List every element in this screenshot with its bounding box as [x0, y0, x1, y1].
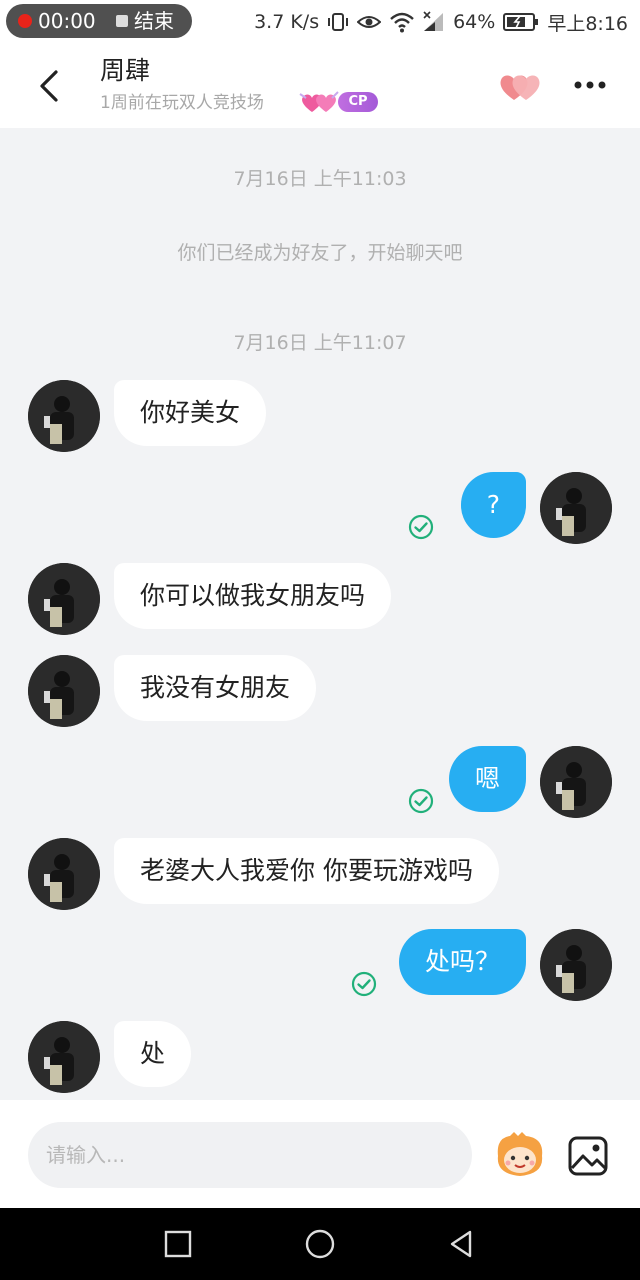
- hearts-icon[interactable]: [496, 66, 544, 106]
- net-speed: 3.7 K/s: [254, 11, 320, 33]
- status-indicators: 3.7 K/s 64% 早上8:16: [254, 8, 628, 36]
- signal-icon: [423, 11, 444, 31]
- chat-area[interactable]: 7月16日 上午11:03 你们已经成为好友了，开始聊天吧 7月16日 上午11…: [0, 128, 640, 1100]
- my-avatar[interactable]: [540, 746, 612, 818]
- more-options-icon[interactable]: [570, 70, 610, 100]
- wifi-icon: [390, 12, 414, 33]
- outgoing-message[interactable]: 嗯: [448, 746, 526, 812]
- chat-header: 周肆 1周前在玩双人竞技场 CP: [0, 44, 640, 128]
- home-icon[interactable]: [304, 1228, 336, 1260]
- battery-percent: 64%: [453, 11, 496, 33]
- back-nav-icon[interactable]: [446, 1228, 478, 1260]
- incoming-message[interactable]: 你好美女: [114, 380, 267, 446]
- input-bar: [0, 1100, 640, 1208]
- system-nav-bar: [0, 1208, 640, 1280]
- incoming-message[interactable]: 你可以做我女朋友吗: [114, 563, 392, 629]
- cp-hearts-icon: [299, 91, 339, 112]
- vibrate-icon: [328, 13, 349, 31]
- read-check-icon: [408, 788, 434, 814]
- timestamp: 7月16日 上午11:07: [233, 332, 407, 354]
- read-check-icon: [408, 514, 434, 540]
- contact-avatar[interactable]: [28, 1021, 100, 1093]
- record-end-button[interactable]: 结束: [134, 10, 174, 32]
- system-message: 你们已经成为好友了，开始聊天吧: [177, 242, 463, 264]
- contact-name[interactable]: 周肆: [100, 56, 150, 86]
- cp-label: CP: [338, 92, 378, 112]
- cp-badge[interactable]: CP: [298, 90, 382, 116]
- screen-record-pill[interactable]: 00:00 结束: [6, 4, 192, 38]
- emoji-mascot-icon[interactable]: [492, 1130, 548, 1180]
- read-check-icon: [351, 971, 377, 997]
- contact-avatar[interactable]: [28, 380, 100, 452]
- my-avatar[interactable]: [540, 472, 612, 544]
- incoming-message[interactable]: 老婆大人我爱你 你要玩游戏吗: [114, 838, 499, 904]
- record-dot-icon: [18, 14, 32, 28]
- outgoing-message[interactable]: 处吗？: [398, 929, 526, 995]
- incoming-message[interactable]: 我没有女朋友: [114, 655, 317, 721]
- status-bar: 00:00 结束 3.7 K/s 64% 早上8:16: [0, 0, 640, 44]
- contact-avatar[interactable]: [28, 838, 100, 910]
- eye-icon: [357, 16, 382, 28]
- stop-icon: [116, 15, 128, 27]
- message-input[interactable]: [28, 1122, 472, 1188]
- record-time: 00:00: [38, 9, 96, 33]
- my-avatar[interactable]: [540, 929, 612, 1001]
- timestamp: 7月16日 上午11:03: [233, 168, 407, 190]
- contact-avatar[interactable]: [28, 655, 100, 727]
- outgoing-message[interactable]: ?: [460, 472, 526, 538]
- battery-icon: [503, 13, 539, 31]
- incoming-message[interactable]: 处: [114, 1021, 192, 1087]
- clock: 早上8:16: [547, 12, 628, 35]
- back-arrow-icon[interactable]: [32, 64, 66, 108]
- image-picker-icon[interactable]: [566, 1134, 610, 1178]
- contact-status: 1周前在玩双人竞技场: [100, 93, 264, 113]
- contact-avatar[interactable]: [28, 563, 100, 635]
- recent-apps-icon[interactable]: [162, 1228, 194, 1260]
